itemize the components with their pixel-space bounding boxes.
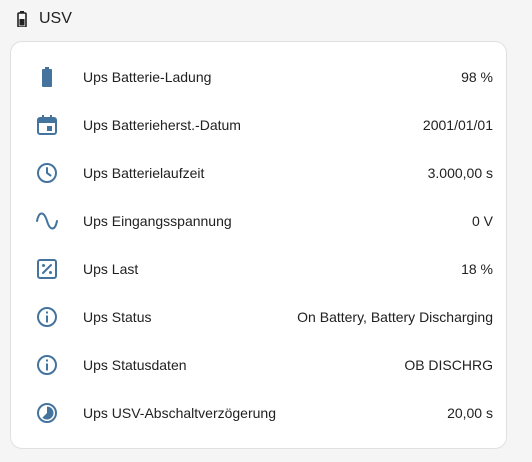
row-label: Ups Status — [83, 309, 152, 325]
row-value: On Battery, Battery Discharging — [297, 309, 493, 325]
entity-row-shutdown-delay[interactable]: Ups USV-Abschaltverzögerung 20,00 s — [11, 389, 508, 437]
row-label: Ups Batterieherst.-Datum — [83, 117, 241, 133]
entity-card: Ups Batterie-Ladung 98 % Ups Batterieher… — [10, 41, 507, 449]
entity-row-load[interactable]: Ups Last 18 % — [11, 245, 508, 293]
info-icon — [35, 353, 59, 377]
entity-row-battery-date[interactable]: Ups Batterieherst.-Datum 2001/01/01 — [11, 101, 508, 149]
row-value: 0 V — [471, 213, 493, 229]
entity-row-status[interactable]: Ups Status On Battery, Battery Dischargi… — [11, 293, 508, 341]
row-value: 3.000,00 s — [427, 165, 493, 181]
entity-row-battery-charge[interactable]: Ups Batterie-Ladung 98 % — [11, 53, 508, 101]
row-value: 20,00 s — [447, 405, 493, 421]
battery-icon — [15, 11, 29, 28]
percent-box-icon — [35, 257, 59, 281]
entity-row-input-voltage[interactable]: Ups Eingangsspannung 0 V — [11, 197, 508, 245]
info-icon — [35, 305, 59, 329]
row-label: Ups Eingangsspannung — [83, 213, 232, 229]
row-value: 18 % — [461, 261, 493, 277]
row-label: Ups Statusdaten — [83, 357, 187, 373]
calendar-icon — [35, 113, 59, 137]
sine-wave-icon — [35, 209, 59, 233]
row-label: Ups Batterielaufzeit — [83, 165, 205, 181]
row-label: Ups USV-Abschaltverzögerung — [83, 405, 276, 421]
entity-row-status-data[interactable]: Ups Statusdaten OB DISCHRG — [11, 341, 508, 389]
header: USV — [0, 0, 532, 38]
entity-row-battery-runtime[interactable]: Ups Batterielaufzeit 3.000,00 s — [11, 149, 508, 197]
row-value: 2001/01/01 — [422, 117, 493, 133]
row-value: OB DISCHRG — [404, 357, 493, 373]
row-label: Ups Last — [83, 261, 139, 277]
clock-icon — [35, 161, 59, 185]
timer-icon — [35, 401, 59, 425]
page-title: USV — [39, 10, 72, 27]
battery-full-icon — [35, 65, 59, 89]
row-value: 98 % — [461, 69, 493, 85]
row-label: Ups Batterie-Ladung — [83, 69, 212, 85]
